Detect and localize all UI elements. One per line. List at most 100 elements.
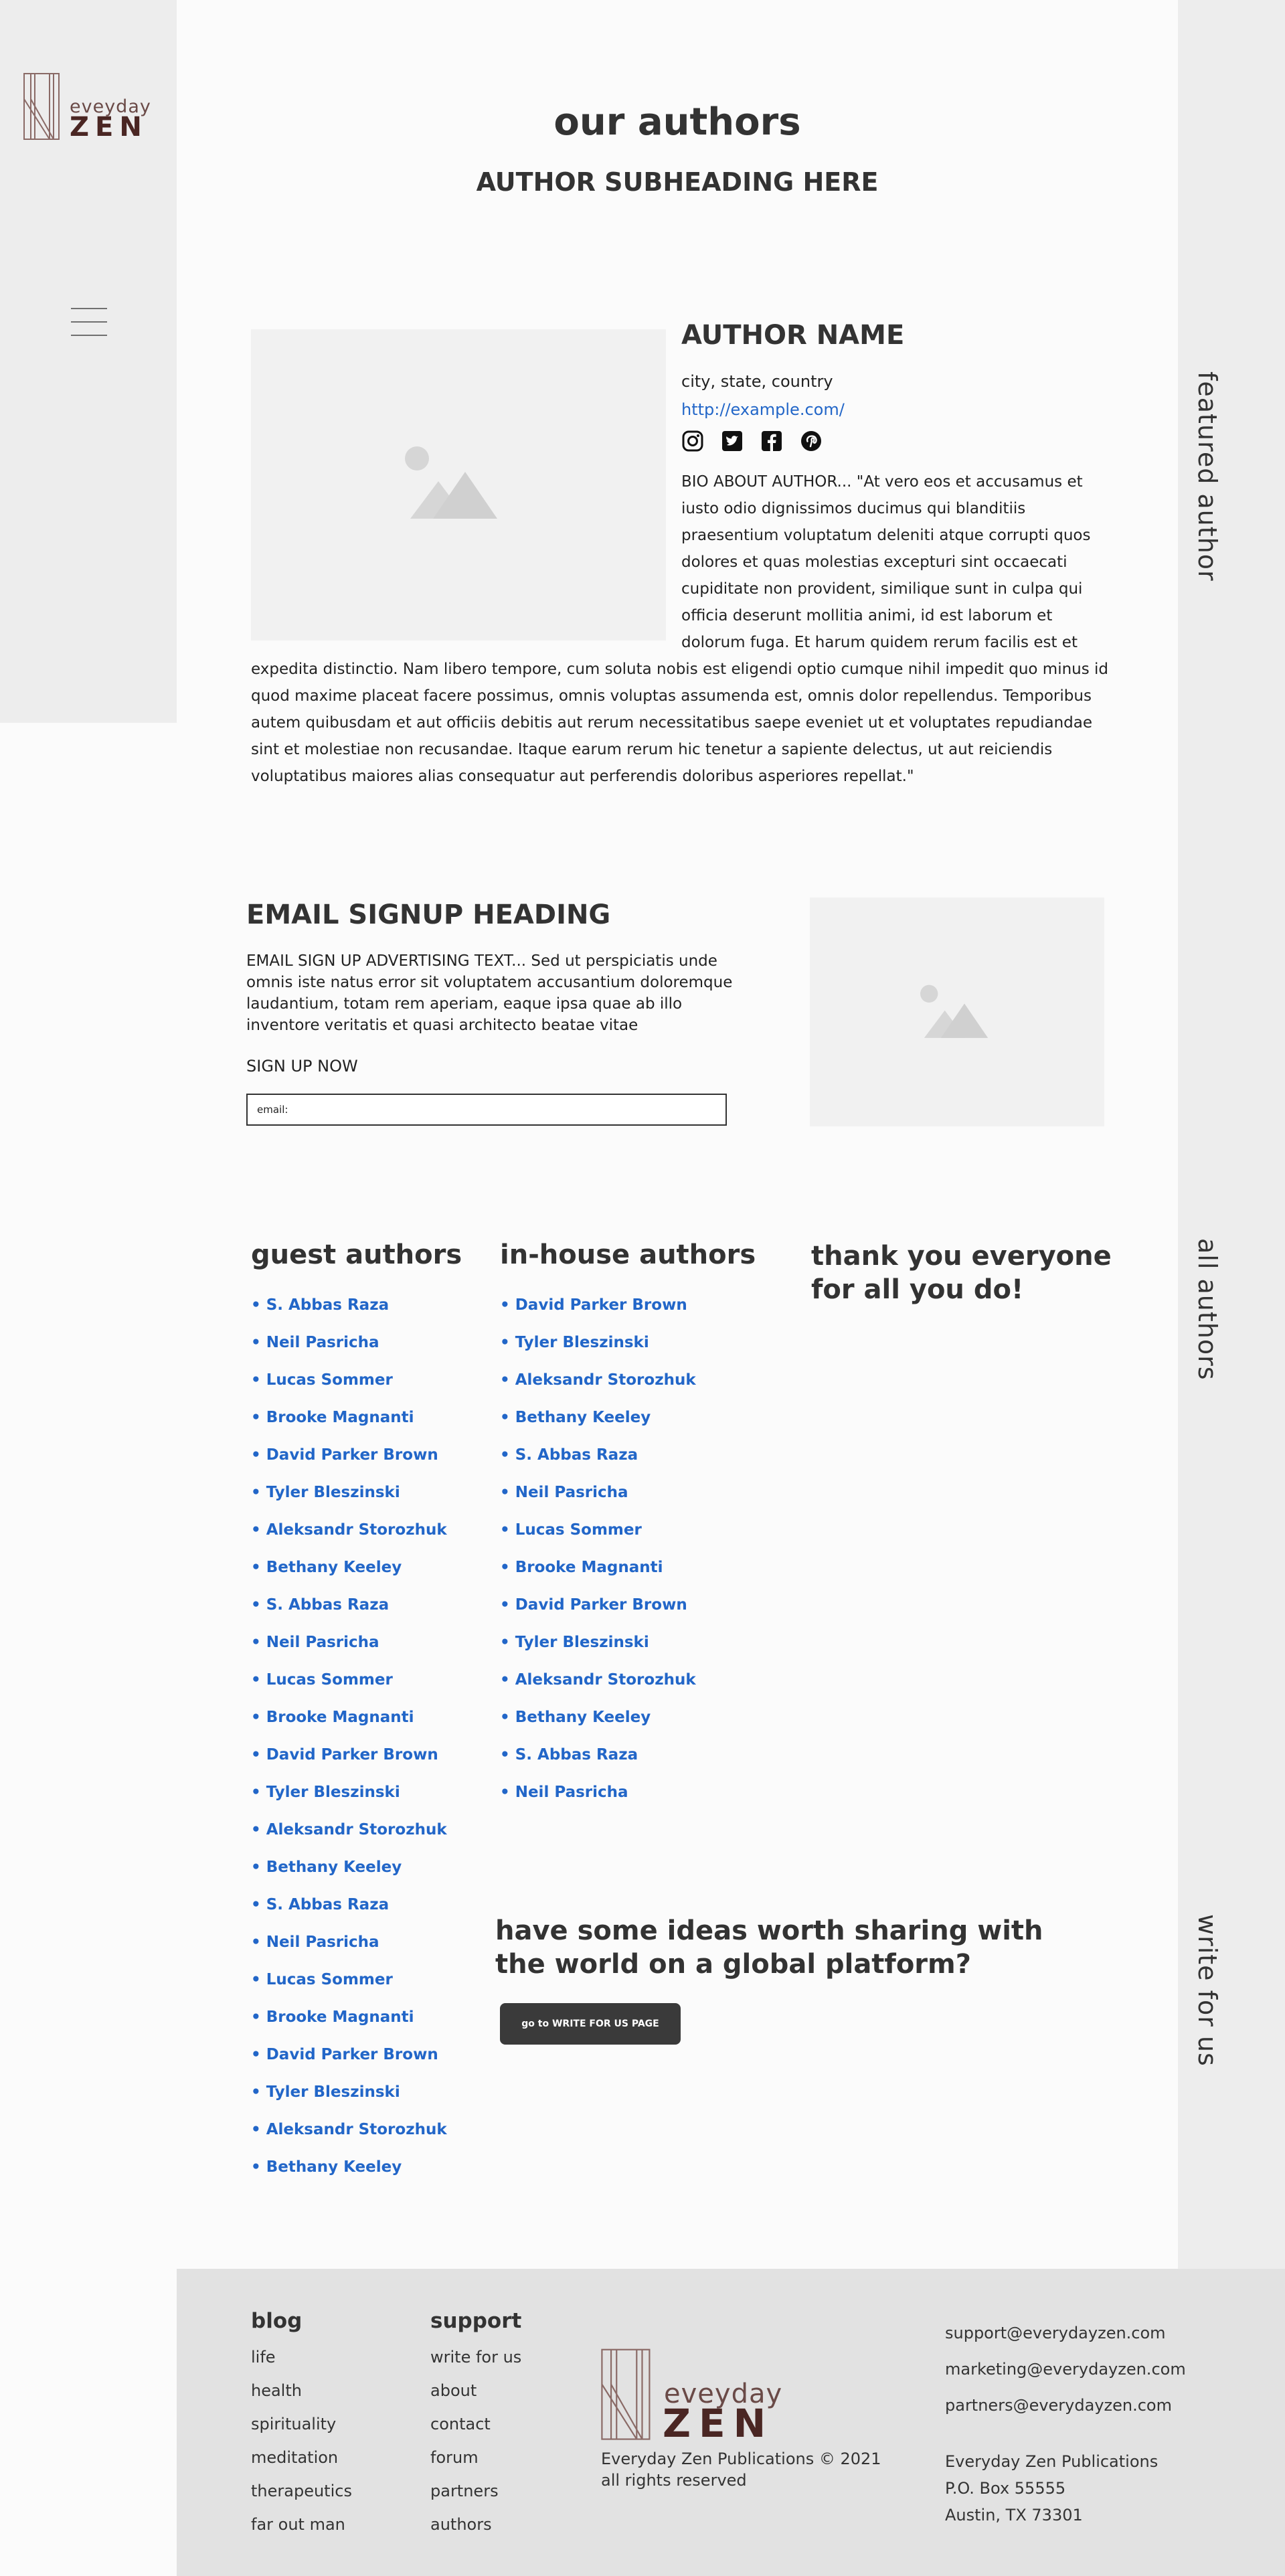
author-link[interactable]: • Aleksandr Storozhuk	[500, 1670, 696, 1707]
author-link[interactable]: • Tyler Bleszinski	[251, 1482, 447, 1520]
logo-mark-icon	[23, 73, 60, 140]
email-field[interactable]	[246, 1094, 727, 1126]
social-links	[681, 430, 823, 452]
address-line: P.O. Box 55555	[945, 2479, 1066, 2498]
author-link[interactable]: • Aleksandr Storozhuk	[251, 1820, 447, 1857]
marketing-email-link[interactable]: marketing@everydayzen.com	[945, 2360, 1186, 2396]
author-link[interactable]: • Aleksandr Storozhuk	[251, 1520, 447, 1557]
author-link[interactable]: • David Parker Brown	[251, 1445, 447, 1482]
thanks-message: thank you everyone for all you do!	[811, 1241, 1112, 1305]
footer-blog-links: life health spirituality meditation therapeu…	[251, 2348, 352, 2549]
author-link[interactable]: • Aleksandr Storozhuk	[500, 1370, 696, 1407]
author-link[interactable]: • Tyler Bleszinski	[500, 1632, 696, 1670]
author-website-link[interactable]: http://example.com/	[681, 400, 845, 419]
author-link[interactable]: • Bethany Keeley	[500, 1707, 696, 1745]
logo-text-bottom: ZEN	[70, 112, 148, 143]
footer-logo[interactable]: eveyday ZEN	[600, 2348, 794, 2445]
footer-support-heading: support	[430, 2309, 522, 2333]
author-link[interactable]: • S. Abbas Raza	[500, 1445, 696, 1482]
support-email-link[interactable]: support@everydayzen.com	[945, 2324, 1186, 2360]
footer-logo-text-bottom: ZEN	[663, 2401, 774, 2446]
featured-author-label: featured author	[1193, 371, 1222, 582]
write-for-us-heading: have some ideas worth sharing with the w…	[495, 1915, 1043, 1980]
facebook-icon[interactable]	[760, 430, 783, 452]
author-link[interactable]: • Neil Pasricha	[500, 1782, 696, 1820]
author-link[interactable]: • S. Abbas Raza	[251, 1295, 447, 1333]
guest-authors-list: • S. Abbas Raza • Neil Pasricha • Lucas So…	[251, 1295, 447, 2195]
menu-icon[interactable]	[71, 308, 107, 339]
write-for-us-label: write for us	[1193, 1914, 1222, 2067]
author-link[interactable]: • Lucas Sommer	[500, 1520, 696, 1557]
author-bio: BIO ABOUT AUTHOR... "At vero eos et accu…	[681, 473, 1091, 651]
brand-logo[interactable]: eveyday ZEN	[23, 72, 151, 143]
footer-blog-link[interactable]: meditation	[251, 2448, 352, 2482]
author-photo-placeholder	[251, 329, 666, 640]
author-link[interactable]: • Brooke Magnanti	[500, 1557, 696, 1595]
author-bio-continued: expedita distinctio. Nam libero tempore,…	[251, 661, 1109, 785]
footer-support-link[interactable]: write for us	[430, 2348, 521, 2381]
author-link[interactable]: • Bethany Keeley	[251, 1857, 447, 1895]
all-authors-label: all authors	[1193, 1238, 1222, 1381]
footer-support-link[interactable]: forum	[430, 2448, 521, 2482]
footer-support-links: write for us about contact forum partners aut…	[430, 2348, 521, 2549]
address-line: Austin, TX 73301	[945, 2506, 1083, 2524]
guest-authors-heading: guest authors	[251, 1239, 462, 1270]
author-location: city, state, country	[681, 372, 833, 391]
footer-blog-link[interactable]: life	[251, 2348, 352, 2381]
author-link[interactable]: • S. Abbas Raza	[251, 1895, 447, 1932]
image-placeholder-icon	[405, 446, 497, 519]
partners-email-link[interactable]: partners@everydayzen.com	[945, 2396, 1186, 2432]
author-link[interactable]: • Tyler Bleszinski	[251, 2082, 447, 2120]
author-link[interactable]: • Neil Pasricha	[500, 1482, 696, 1520]
author-link[interactable]: • Lucas Sommer	[251, 1670, 447, 1707]
footer-blog-link[interactable]: therapeutics	[251, 2482, 352, 2515]
author-link[interactable]: • Aleksandr Storozhuk	[251, 2120, 447, 2157]
rights-text: all rights reserved	[601, 2471, 747, 2490]
author-link[interactable]: • Bethany Keeley	[251, 1557, 447, 1595]
footer-support-link[interactable]: contact	[430, 2415, 521, 2448]
instagram-icon[interactable]	[681, 430, 704, 452]
pinterest-icon[interactable]	[800, 430, 823, 452]
author-link[interactable]: • Neil Pasricha	[251, 1632, 447, 1670]
author-link[interactable]: • Neil Pasricha	[251, 1932, 447, 1970]
author-link[interactable]: • Bethany Keeley	[251, 2157, 447, 2195]
signup-cta-label: SIGN UP NOW	[246, 1057, 358, 1076]
footer-blog-link[interactable]: far out man	[251, 2515, 352, 2549]
author-link[interactable]: • David Parker Brown	[500, 1595, 696, 1632]
signup-text: EMAIL SIGN UP ADVERTISING TEXT... Sed ut…	[246, 952, 733, 1034]
copyright-text: Everyday Zen Publications © 2021	[601, 2450, 881, 2468]
footer-blog-link[interactable]: spirituality	[251, 2415, 352, 2448]
author-link[interactable]: • Lucas Sommer	[251, 1370, 447, 1407]
signup-heading: EMAIL SIGNUP HEADING	[246, 899, 611, 930]
footer: blog life health spirituality meditation the…	[177, 2269, 1285, 2576]
write-for-us-button[interactable]: go to WRITE FOR US PAGE	[500, 2003, 681, 2045]
author-link[interactable]: • Lucas Sommer	[251, 1970, 447, 2007]
author-link[interactable]: • Brooke Magnanti	[251, 2007, 447, 2045]
page-title: our authors	[553, 100, 801, 144]
author-link[interactable]: • Bethany Keeley	[500, 1407, 696, 1445]
author-link[interactable]: • Brooke Magnanti	[251, 1707, 447, 1745]
footer-support-link[interactable]: authors	[430, 2515, 521, 2549]
author-link[interactable]: • S. Abbas Raza	[251, 1595, 447, 1632]
author-link[interactable]: • David Parker Brown	[251, 2045, 447, 2082]
author-link[interactable]: • Tyler Bleszinski	[500, 1333, 696, 1370]
author-link[interactable]: • David Parker Brown	[500, 1295, 696, 1333]
inhouse-authors-list: • David Parker Brown • Tyler Bleszinski • …	[500, 1295, 696, 1820]
image-placeholder-icon	[920, 984, 989, 1038]
author-link[interactable]: • Brooke Magnanti	[251, 1407, 447, 1445]
author-link[interactable]: • David Parker Brown	[251, 1745, 447, 1782]
author-link[interactable]: • S. Abbas Raza	[500, 1745, 696, 1782]
left-sidebar: eveyday ZEN	[0, 0, 177, 723]
footer-address: Everyday Zen Publications P.O. Box 55555…	[945, 2448, 1158, 2528]
footer-support-link[interactable]: partners	[430, 2482, 521, 2515]
author-link[interactable]: • Tyler Bleszinski	[251, 1782, 447, 1820]
inhouse-authors-heading: in-house authors	[500, 1239, 756, 1270]
footer-blog-link[interactable]: health	[251, 2381, 352, 2415]
footer-emails: support@everydayzen.com marketing@everyd…	[945, 2324, 1186, 2432]
author-name: AUTHOR NAME	[681, 320, 905, 351]
footer-support-link[interactable]: about	[430, 2381, 521, 2415]
twitter-icon[interactable]	[721, 430, 744, 452]
address-line: Everyday Zen Publications	[945, 2452, 1159, 2471]
author-link[interactable]: • Neil Pasricha	[251, 1333, 447, 1370]
footer-copyright: Everyday Zen Publications © 2021 all rig…	[601, 2448, 881, 2491]
